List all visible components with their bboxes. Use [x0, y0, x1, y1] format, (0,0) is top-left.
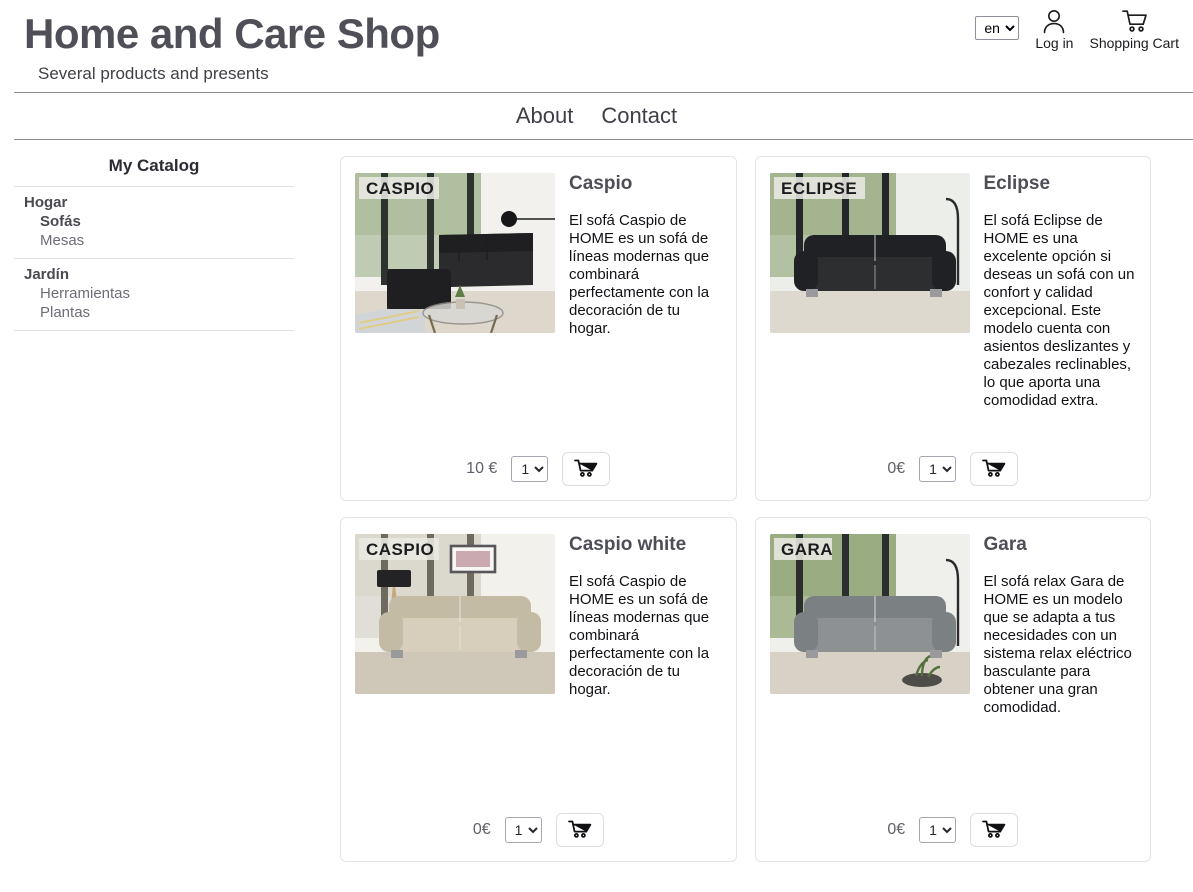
product-card-caspio-white[interactable]: CASPIO Caspio white El sofá Caspio de HO…	[340, 517, 737, 862]
product-info: Gara El sofá relax Gara de HOME es un mo…	[984, 534, 1137, 803]
product-description: El sofá Caspio de HOME es un sofá de lín…	[569, 572, 710, 698]
quantity-select[interactable]: 12345	[504, 817, 542, 843]
product-actions: 0€ 12345	[770, 803, 1137, 847]
product-description: El sofá relax Gara de HOME es un modelo …	[983, 572, 1132, 716]
quantity-select[interactable]: 12345	[511, 456, 549, 482]
catalog-sidebar: My Catalog Hogar Sofás Mesas Jardín Herr…	[14, 156, 294, 331]
product-actions: 10 € 12345	[355, 442, 722, 486]
product-title: Caspio	[569, 173, 633, 194]
shopping-cart-label: Shopping Cart	[1089, 35, 1179, 51]
product-price: 0€	[887, 460, 906, 477]
nav-item-contact[interactable]: Contact	[601, 103, 677, 129]
svg-text:CASPIO: CASPIO	[366, 540, 434, 559]
product-image: GARA	[769, 534, 970, 694]
product-card-top: ECLIPSE Eclipse El sofá Eclipse de HOME …	[769, 173, 1137, 442]
sidebar-item-herramientas[interactable]: Herramientas	[14, 284, 294, 303]
page-body: My Catalog Hogar Sofás Mesas Jardín Herr…	[0, 140, 1193, 862]
nav-item-about[interactable]: About	[516, 103, 574, 129]
product-title: Eclipse	[983, 173, 1051, 194]
login-link[interactable]: Log in	[1035, 8, 1073, 52]
product-price: 10 €	[466, 460, 498, 477]
product-image: CASPIO	[355, 534, 555, 694]
product-title: Caspio white	[569, 534, 687, 555]
catalog-group-label-jardin[interactable]: Jardín	[14, 265, 294, 284]
product-price: 0€	[472, 821, 491, 838]
add-to-cart-button[interactable]	[970, 813, 1019, 847]
catalog-group-hogar: Hogar Sofás Mesas	[14, 186, 294, 258]
shopping-cart-icon	[981, 458, 1007, 481]
add-to-cart-button[interactable]	[562, 452, 611, 486]
add-to-cart-button[interactable]	[970, 452, 1019, 486]
sidebar-item-plantas[interactable]: Plantas	[14, 303, 294, 322]
product-info: Caspio El sofá Caspio de HOME es un sofá…	[569, 173, 722, 442]
product-card-gara[interactable]: GARA Gara El sofá relax Gara de HOME es …	[754, 517, 1151, 862]
shopping-cart-icon	[981, 819, 1007, 842]
product-image: ECLIPSE	[769, 173, 970, 333]
user-icon	[1039, 8, 1069, 34]
main-nav: About Contact	[0, 93, 1193, 139]
shopping-cart-icon	[1119, 8, 1149, 34]
shopping-cart-icon	[567, 819, 593, 842]
quantity-select[interactable]: 12345	[919, 456, 957, 482]
header-actions: enes Log in Shopping Cart	[975, 8, 1179, 52]
product-description: El sofá Caspio de HOME es un sofá de lín…	[569, 211, 710, 337]
product-actions: 0€ 12345	[355, 803, 722, 847]
catalog-title: My Catalog	[108, 156, 200, 175]
product-price: 0€	[887, 821, 906, 838]
product-description: El sofá Eclipse de HOME es una excelente…	[983, 211, 1135, 409]
sidebar-item-mesas[interactable]: Mesas	[14, 231, 294, 250]
language-select[interactable]: enes	[975, 16, 1020, 40]
product-info: Caspio white El sofá Caspio de HOME es u…	[569, 534, 722, 803]
product-card-top: GARA Gara El sofá relax Gara de HOME es …	[769, 534, 1137, 803]
page-header: Home and Care Shop Several products and …	[0, 0, 1193, 90]
product-actions: 0€ 12345	[770, 442, 1137, 486]
product-card-caspio[interactable]: CASPIO Caspio El sofá Caspio de HOME es …	[340, 156, 737, 501]
quantity-select[interactable]: 12345	[919, 817, 957, 843]
product-card-top: CASPIO Caspio white El sofá Caspio de HO…	[355, 534, 722, 803]
catalog-group-label-hogar[interactable]: Hogar	[14, 193, 294, 212]
shopping-cart-link[interactable]: Shopping Cart	[1089, 8, 1179, 52]
shopping-cart-icon	[573, 458, 599, 481]
product-card-eclipse[interactable]: ECLIPSE Eclipse El sofá Eclipse de HOME …	[754, 156, 1151, 501]
catalog-group-jardin: Jardín Herramientas Plantas	[14, 258, 294, 331]
add-to-cart-button[interactable]	[555, 813, 604, 847]
product-info: Eclipse El sofá Eclipse de HOME es una e…	[984, 173, 1137, 442]
page-subtitle: Several products and presents	[38, 64, 269, 84]
svg-text:GARA: GARA	[781, 540, 833, 559]
sidebar-item-sofas[interactable]: Sofás	[14, 212, 294, 231]
product-title: Gara	[983, 534, 1027, 555]
svg-text:ECLIPSE: ECLIPSE	[781, 179, 857, 198]
product-image: CASPIO	[355, 173, 555, 333]
product-grid: CASPIO Caspio El sofá Caspio de HOME es …	[294, 156, 1193, 862]
svg-text:CASPIO: CASPIO	[366, 179, 434, 198]
product-card-top: CASPIO Caspio El sofá Caspio de HOME es …	[355, 173, 722, 442]
login-label: Log in	[1035, 35, 1074, 51]
